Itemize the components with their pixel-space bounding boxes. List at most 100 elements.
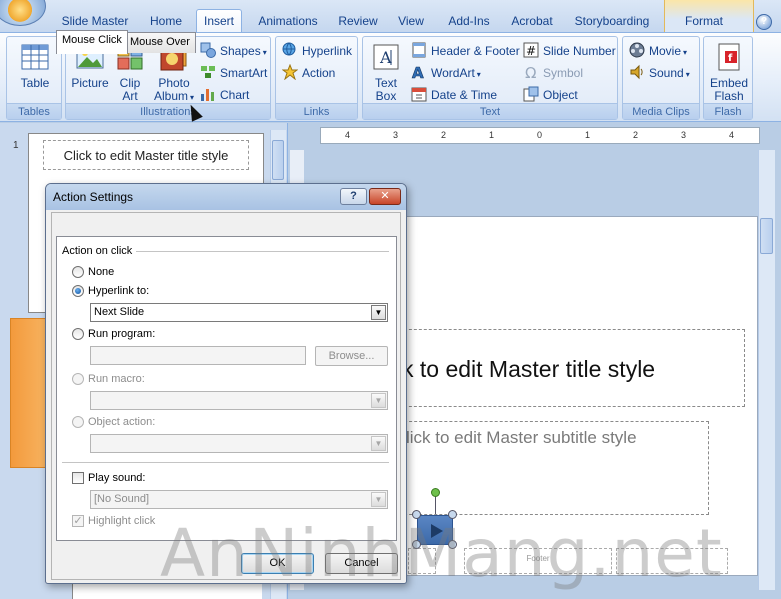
run-program-field[interactable] xyxy=(90,346,306,365)
dialog-close-icon[interactable]: ✕ xyxy=(369,188,401,205)
run-macro-select[interactable]: ▼ xyxy=(90,391,388,410)
wordart-label: WordArt xyxy=(431,66,475,80)
tab-mouse-over[interactable]: Mouse Over xyxy=(124,32,196,53)
action-button[interactable]: Action xyxy=(282,63,335,83)
chevron-down-icon: ▾ xyxy=(476,70,481,79)
thumbnails-scroll-thumb[interactable] xyxy=(272,140,284,180)
office-button[interactable] xyxy=(0,0,46,26)
group-media-clips: Movie ▾ Sound ▾ Media Clips xyxy=(622,36,700,120)
star-action-icon xyxy=(282,64,298,80)
slide-number-button[interactable]: # Slide Number xyxy=(523,41,616,61)
film-reel-icon xyxy=(629,42,645,58)
object-action-select[interactable]: ▼ xyxy=(90,434,388,453)
radio-none[interactable]: None xyxy=(72,265,114,279)
dialog-titlebar[interactable]: Action Settings ? ✕ xyxy=(46,184,406,210)
checkbox-box[interactable] xyxy=(72,472,84,484)
tab-storyboarding[interactable]: Storyboarding xyxy=(566,10,658,32)
svg-text:#: # xyxy=(526,44,536,58)
object-icon xyxy=(523,86,539,102)
help-icon[interactable]: ? xyxy=(756,14,772,30)
header-footer-button[interactable]: Header & Footer xyxy=(411,41,520,61)
date-time-button[interactable]: Date & Time xyxy=(411,85,497,105)
tab-mouse-click[interactable]: Mouse Click xyxy=(56,30,128,54)
movie-button[interactable]: Movie ▾ xyxy=(629,41,687,61)
text-box-label-1: Text xyxy=(374,76,397,90)
radio-run-program-label: Run program: xyxy=(88,328,156,340)
group-flash: f Embed Flash Flash xyxy=(703,36,753,120)
ruler-tick: 2 xyxy=(633,130,639,140)
group-tables: Table Tables xyxy=(6,36,62,120)
tab-acrobat[interactable]: Acrobat xyxy=(504,10,560,32)
ruler-tick: 4 xyxy=(345,130,351,140)
radio-circle-selected[interactable] xyxy=(72,285,84,297)
subtitle-placeholder[interactable]: lick to edit Master subtitle style xyxy=(389,421,709,515)
radio-run-macro[interactable]: Run macro: xyxy=(72,372,145,386)
shapes-button[interactable]: Shapes ▾ xyxy=(200,41,267,61)
header-footer-label: Header & Footer xyxy=(431,44,520,58)
chart-button[interactable]: Chart xyxy=(200,85,249,105)
radio-run-program[interactable]: Run program: xyxy=(72,327,155,341)
omega-icon: Ω xyxy=(525,64,536,80)
layout-thumbnail[interactable] xyxy=(10,318,46,468)
title-placeholder[interactable]: k to edit Master title style xyxy=(389,329,745,407)
table-icon xyxy=(21,44,49,70)
play-sound-checkbox[interactable]: Play sound: xyxy=(72,471,145,485)
chevron-down-icon: ▾ xyxy=(685,70,690,79)
radio-circle[interactable] xyxy=(72,373,84,385)
symbol-button[interactable]: Ω Symbol xyxy=(523,63,583,83)
table-button[interactable]: Table xyxy=(15,41,55,90)
text-box-icon: A xyxy=(373,44,399,70)
slide-scrollbar[interactable] xyxy=(758,150,775,590)
svg-text:Ω: Ω xyxy=(525,64,536,80)
globe-link-icon xyxy=(282,42,296,56)
object-button[interactable]: Object xyxy=(523,85,578,105)
chevron-down-icon[interactable]: ▼ xyxy=(371,393,386,408)
sound-button[interactable]: Sound ▾ xyxy=(629,63,690,83)
section-divider xyxy=(136,251,389,252)
tab-animations[interactable]: Animations xyxy=(250,10,326,32)
chevron-down-icon[interactable]: ▼ xyxy=(371,492,386,507)
hyperlink-button[interactable]: Hyperlink xyxy=(282,41,352,61)
text-box-button[interactable]: A Text Box xyxy=(367,41,405,103)
table-label: Table xyxy=(20,76,50,90)
smartart-button[interactable]: SmartArt xyxy=(200,63,267,83)
radio-circle[interactable] xyxy=(72,416,84,428)
radio-circle[interactable] xyxy=(72,328,84,340)
highlight-click-checkbox[interactable]: ✓ Highlight click xyxy=(72,514,155,528)
group-text: A Text Box Header & Footer A WordArt ▾ Dat… xyxy=(362,36,618,120)
group-label-flash: Flash xyxy=(704,103,752,119)
chevron-down-icon[interactable]: ▼ xyxy=(371,305,386,320)
rotation-handle[interactable] xyxy=(431,488,440,497)
radio-hyperlink-to[interactable]: Hyperlink to: xyxy=(72,284,149,298)
radio-object-action[interactable]: Object action: xyxy=(72,415,155,429)
ruler-tick: 3 xyxy=(393,130,399,140)
chevron-down-icon[interactable]: ▼ xyxy=(371,436,386,451)
sound-select[interactable]: [No Sound] ▼ xyxy=(90,490,388,509)
picture-label: Picture xyxy=(71,76,109,90)
text-box-label-2: Box xyxy=(375,89,397,103)
chevron-down-icon: ▾ xyxy=(190,93,195,102)
tab-add-ins[interactable]: Add-Ins xyxy=(440,10,498,32)
calendar-icon xyxy=(411,87,427,102)
slide-number-label: Slide Number xyxy=(543,44,616,58)
tab-format[interactable]: Format xyxy=(672,10,736,32)
hyperlink-select[interactable]: Next Slide ▼ xyxy=(90,303,388,322)
tab-home[interactable]: Home xyxy=(142,10,190,32)
group-label-media-clips: Media Clips xyxy=(623,103,699,119)
tab-slide-master[interactable]: Slide Master xyxy=(54,10,136,32)
browse-button[interactable]: Browse... xyxy=(315,346,388,366)
radio-circle[interactable] xyxy=(72,266,84,278)
dialog-help-icon[interactable]: ? xyxy=(340,188,367,205)
smartart-icon xyxy=(201,66,215,78)
embed-flash-button[interactable]: f Embed Flash xyxy=(707,41,751,103)
tab-review[interactable]: Review xyxy=(334,10,382,32)
tab-insert[interactable]: Insert xyxy=(196,9,242,33)
slide-scroll-thumb[interactable] xyxy=(760,218,773,254)
wordart-button[interactable]: A WordArt ▾ xyxy=(411,63,481,83)
tab-view[interactable]: View xyxy=(390,10,432,32)
radio-object-action-label: Object action: xyxy=(88,416,156,428)
thumbnail-title: Click to edit Master title style xyxy=(43,140,249,170)
group-links: Hyperlink Action Links xyxy=(275,36,358,120)
ruler-tick: 0 xyxy=(537,130,543,140)
checkmark-icon[interactable]: ✓ xyxy=(72,515,84,527)
